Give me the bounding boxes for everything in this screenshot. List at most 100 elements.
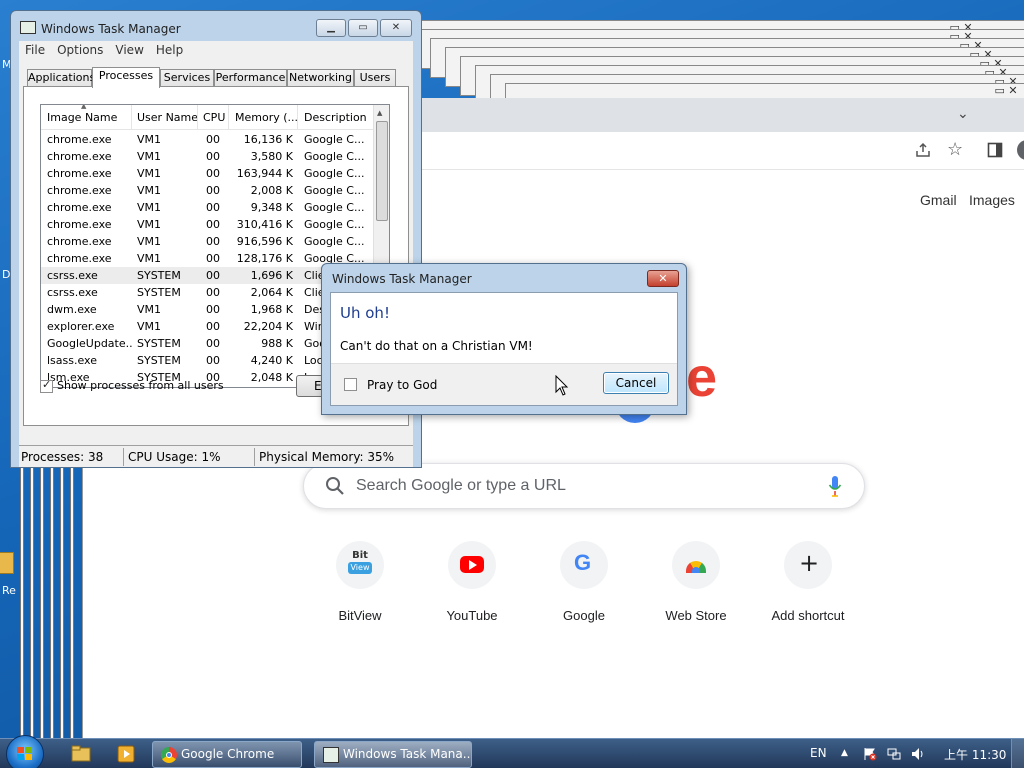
search-box[interactable]: Search Google or type a URL [303,463,865,509]
cell-cpu: 00 [206,184,220,197]
dialog-title-bar[interactable]: Windows Task Manager ✕ [322,264,686,294]
status-processes: Processes: 38 [21,450,104,464]
cell-image-name: chrome.exe [47,252,112,265]
minimize-button[interactable]: ▁ [316,19,346,37]
search-input[interactable]: Search Google or type a URL [356,477,566,495]
taskbar-button-label: Windows Task Mana... [343,747,472,761]
col-description[interactable]: Description [304,111,367,124]
cell-memory: 310,416 K [236,218,293,231]
explorer-icon[interactable] [70,743,92,765]
close-button[interactable]: ✕ [380,19,412,37]
taskbar-chrome-button[interactable]: Google Chrome [152,741,302,768]
shortcut-label: Web Store [665,608,727,623]
profile-avatar[interactable] [1017,140,1024,160]
cell-image-name: lsass.exe [47,354,97,367]
show-all-users-checkbox[interactable] [40,378,53,393]
network-icon[interactable] [887,747,901,761]
title-bar[interactable]: Windows Task Manager ▁ ▭ ✕ [11,11,421,41]
tab-performance[interactable]: Performance [214,69,287,87]
cell-image-name: csrss.exe [47,286,98,299]
start-button[interactable] [6,735,44,768]
shortcut-label: Add shortcut [771,608,845,623]
tab-applications[interactable]: Applications [27,69,95,87]
table-row[interactable]: chrome.exe VM1 00 163,944 K Google C... [41,165,375,182]
webstore-icon [672,541,720,589]
shortcut-google[interactable]: G Google [528,541,640,623]
cell-memory: 22,204 K [243,320,293,333]
scroll-up-arrow-icon[interactable]: ▲ [377,109,382,117]
cell-memory: 9,348 K [250,201,293,214]
shortcut-label: Google [563,608,605,623]
table-row[interactable]: chrome.exe VM1 00 916,596 K Google C... [41,233,375,250]
col-cpu[interactable]: CPU [203,111,225,124]
pray-to-god-checkbox[interactable] [344,378,357,391]
cell-user-name: VM1 [137,133,162,146]
cell-cpu: 00 [206,303,220,316]
share-icon[interactable] [915,142,931,158]
cell-image-name: GoogleUpdate... [47,337,133,350]
cell-cpu: 00 [206,252,220,265]
window-title: Windows Task Manager [41,22,181,36]
cell-user-name: VM1 [137,303,162,316]
cell-cpu: 00 [206,150,220,163]
cell-image-name: chrome.exe [47,133,112,146]
shortcut-youtube[interactable]: YouTube [416,541,528,623]
dialog-footer: Pray to God Cancel [331,363,677,405]
sort-arrow-icon: ▲ [81,104,87,110]
table-row[interactable]: chrome.exe VM1 00 9,348 K Google C... [41,199,375,216]
status-bar: Processes: 38 CPU Usage: 1% Physical Mem… [19,445,413,467]
volume-icon[interactable] [911,747,925,761]
table-row[interactable]: chrome.exe VM1 00 310,416 K Google C... [41,216,375,233]
cancel-button[interactable]: Cancel [603,372,669,394]
side-panel-icon[interactable] [987,142,1003,158]
menu-file[interactable]: File [19,41,51,57]
maximize-button[interactable]: ▭ [348,19,378,37]
cell-memory: 2,048 K [250,371,293,384]
menu-help[interactable]: Help [150,41,189,57]
cell-cpu: 00 [206,201,220,214]
tab-users[interactable]: Users [354,69,396,87]
cell-description: Google C... [304,184,365,197]
scrollbar-thumb[interactable] [376,121,388,221]
action-center-flag-icon[interactable] [863,747,877,761]
cell-cpu: 00 [206,218,220,231]
gmail-link[interactable]: Gmail [920,192,957,208]
bookmark-star-icon[interactable]: ☆ [947,139,963,160]
chevron-down-icon[interactable]: ⌄ [957,106,969,122]
status-cpu: CPU Usage: 1% [128,450,221,464]
cell-cpu: 00 [206,235,220,248]
shortcut-bitview[interactable]: Bit View BitView [304,541,416,623]
menu-options[interactable]: Options [51,41,109,57]
table-row[interactable]: chrome.exe VM1 00 3,580 K Google C... [41,148,375,165]
col-image-name[interactable]: Image Name [47,111,117,124]
show-desktop-button[interactable] [1011,739,1024,768]
cell-image-name: chrome.exe [47,201,112,214]
media-player-icon[interactable] [115,743,137,765]
images-link[interactable]: Images [969,192,1015,208]
col-memory[interactable]: Memory (... [235,111,298,124]
menu-view[interactable]: View [109,41,149,57]
cell-image-name: chrome.exe [47,167,112,180]
cell-description: Google C... [304,133,365,146]
tab-processes[interactable]: Processes [92,67,160,88]
cell-description: Google C... [304,167,365,180]
clock[interactable]: 上午 11:30 [944,746,1006,763]
cell-image-name: dwm.exe [47,303,97,316]
shortcut-add[interactable]: + Add shortcut [752,541,864,623]
taskbar-task-manager-button[interactable]: Windows Task Mana... [314,741,472,768]
table-row[interactable]: chrome.exe VM1 00 2,008 K Google C... [41,182,375,199]
cell-cpu: 00 [206,286,220,299]
show-hidden-icons-icon[interactable]: ▲ [841,748,848,758]
dialog-close-button[interactable]: ✕ [647,270,679,287]
microphone-icon[interactable] [828,475,842,499]
folder-icon[interactable] [0,552,14,574]
tab-networking[interactable]: Networking [287,69,354,87]
cell-image-name: csrss.exe [47,269,98,282]
col-user-name[interactable]: User Name [137,111,198,124]
tab-services[interactable]: Services [160,69,214,87]
desktop-icon-label: Re [2,584,16,597]
shortcut-webstore[interactable]: Web Store [640,541,752,623]
language-indicator[interactable]: EN [810,746,827,760]
table-row[interactable]: chrome.exe VM1 00 16,136 K Google C... [41,131,375,148]
cell-user-name: VM1 [137,252,162,265]
